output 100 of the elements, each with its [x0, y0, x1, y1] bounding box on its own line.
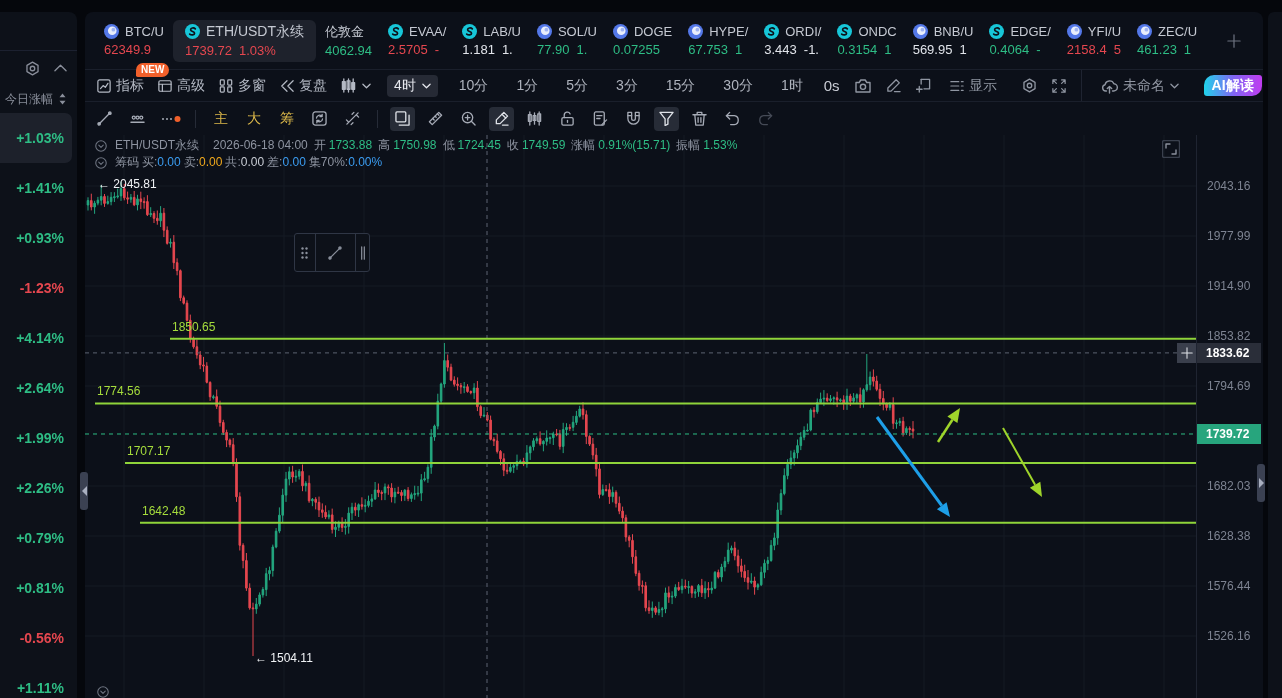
ticker-price: 67.753 [688, 42, 728, 57]
ticker-tab[interactable]: EVAA/ 2.5705 - [381, 19, 454, 62]
ticker-change: 1.03% [239, 42, 276, 58]
collapse-handle[interactable] [80, 472, 88, 510]
ticker-symbol: BTC/U [125, 24, 164, 39]
interval-tab[interactable]: 10分 [451, 74, 496, 97]
watchlist-item[interactable]: +0.79% [0, 513, 72, 563]
watchlist-item[interactable]: +2.64% [0, 363, 72, 413]
trash-icon [692, 111, 707, 126]
drawing-tool-button[interactable] [489, 106, 514, 131]
ticker-change: 1 [884, 42, 892, 57]
candles-icon [341, 78, 356, 93]
ticker-tab[interactable]: YFI/U 2158.4 5 [1059, 19, 1129, 62]
indicator-toggle[interactable]: 主 [208, 106, 233, 131]
fullscreen-icon[interactable] [1051, 78, 1066, 93]
level-line[interactable] [169, 337, 1196, 340]
indicator-toggle[interactable]: 大 [241, 106, 266, 131]
ticker-change: 1. [501, 42, 513, 57]
watchlist-item[interactable]: +4.14% [0, 313, 72, 363]
caret-icon [362, 82, 371, 89]
field-value: 1724.45 [457, 137, 501, 154]
price-tick: 1794.69 [1207, 378, 1251, 394]
swirl-icon [462, 24, 478, 39]
watchlist-item[interactable]: +1.41% [0, 163, 72, 213]
ticker-tab[interactable]: BNB/U 569.95 1 [905, 19, 981, 62]
ticker-tab[interactable]: ETH/USDT永续 1739.72 1.03% [173, 19, 316, 62]
interval-tab[interactable]: 1分 [509, 74, 546, 97]
watchlist-item[interactable]: -0.56% [0, 613, 72, 663]
chevron-circle-icon[interactable] [97, 686, 109, 698]
ticker-tab[interactable]: 伦敦金 4062.94 [318, 19, 379, 62]
watchlist-item[interactable]: -1.23% [0, 263, 72, 313]
level-line[interactable] [124, 462, 1196, 465]
ticker-price: 1739.72 [185, 42, 232, 58]
refresh-square-icon [312, 111, 327, 126]
ticker-tab[interactable]: ONDC 0.3154 1 [830, 19, 904, 62]
ticker-symbol: ZEC/U [1158, 24, 1198, 39]
last-price-label: 1739.72 [1197, 424, 1261, 444]
watchlist-item[interactable]: +2.26% [0, 463, 72, 513]
camera-icon[interactable] [854, 77, 871, 94]
ticker-symbol: ETH/USDT永续 [206, 22, 304, 41]
ai-button[interactable]: AI解读 [1203, 75, 1262, 96]
ticker-symbol: YFI/U [1087, 24, 1122, 39]
ticker-tab[interactable]: DOGE 0.07255 [605, 19, 680, 62]
note-edit-icon [593, 111, 608, 126]
interval-tab[interactable]: 1时 [773, 74, 810, 97]
drawing-tool-button[interactable] [654, 106, 679, 131]
field-value: 0.00 [282, 154, 306, 171]
watchlist-item[interactable]: +1.11% [0, 663, 72, 698]
watchlist-item[interactable]: +1.03% [0, 113, 72, 163]
add-button[interactable] [1177, 342, 1196, 363]
toolbar-button[interactable]: 复盘 [276, 73, 331, 98]
bars-icon[interactable] [359, 245, 366, 260]
layout-button[interactable]: 未命名 [1096, 73, 1183, 98]
double-chevron-icon [280, 78, 294, 93]
interval-tab[interactable]: 3分 [608, 74, 645, 97]
watchlist-item[interactable]: +1.99% [0, 413, 72, 463]
expand-icon[interactable] [1162, 140, 1180, 158]
interval-tab[interactable]: 15分 [658, 74, 703, 97]
zoom-in-icon [461, 111, 476, 126]
chevron-circle-icon[interactable] [95, 139, 107, 152]
square-plus-icon[interactable] [915, 78, 931, 93]
field-value: 0.00 [199, 154, 223, 171]
settings-icon[interactable] [1021, 78, 1037, 93]
settings-icon[interactable] [25, 60, 40, 76]
panel-icon [158, 78, 172, 93]
chevron-circle-icon[interactable] [95, 156, 107, 169]
display-button[interactable]: 显示 [945, 73, 1001, 98]
caret-icon [1169, 82, 1179, 89]
ticker-tab[interactable]: BTC/U 62349.9 [97, 19, 171, 62]
level-line[interactable] [139, 521, 1196, 524]
interval-tab[interactable]: 30分 [716, 74, 760, 97]
ticker-tab[interactable]: HYPE/ 67.753 1 [681, 19, 756, 62]
chevron-up-icon[interactable] [54, 64, 67, 72]
field-label: 收 [506, 137, 519, 154]
pencil-icon[interactable] [885, 78, 901, 93]
ticker-price: 0.3154 [837, 42, 878, 57]
ticker-tab[interactable]: ORDI/ 3.443 -1. [757, 19, 829, 62]
sort-icon[interactable] [59, 93, 66, 105]
ticker-price: 62349.9 [104, 42, 151, 57]
watchlist-item[interactable]: +0.81% [0, 563, 72, 613]
ticker-tab[interactable]: ZEC/U 461.23 1 [1130, 19, 1205, 62]
ticker-change: 1 [959, 42, 967, 57]
interval-tab[interactable]: 5分 [559, 74, 595, 97]
collapse-handle[interactable] [1257, 464, 1265, 502]
watchlist-item[interactable]: +0.93% [0, 213, 72, 263]
ticker-tab[interactable]: EDGE/ 0.4064 - [982, 19, 1058, 62]
ticker-tab[interactable]: LAB/U 1.181 1. [455, 19, 528, 62]
timer-label: 0s [823, 77, 840, 94]
drawing-tool-button[interactable] [390, 106, 415, 131]
crosshair-price-label: 1833.62 [1197, 342, 1261, 363]
drag-handle-icon[interactable] [301, 246, 309, 259]
indicator-toggle[interactable]: 筹 [274, 106, 299, 131]
sort-label[interactable]: 今日涨幅 [5, 90, 53, 108]
interval-tab[interactable]: 4时 [387, 74, 438, 97]
ticker-tab[interactable]: SOL/U 77.90 1. [529, 19, 604, 62]
line-tool-icon[interactable] [328, 245, 343, 260]
field-value: 1.53% [703, 137, 738, 154]
toolbar-button[interactable]: 多窗 [215, 73, 270, 98]
field-value: 1749.59 [521, 137, 566, 154]
field-label: 涨幅 [571, 137, 596, 154]
